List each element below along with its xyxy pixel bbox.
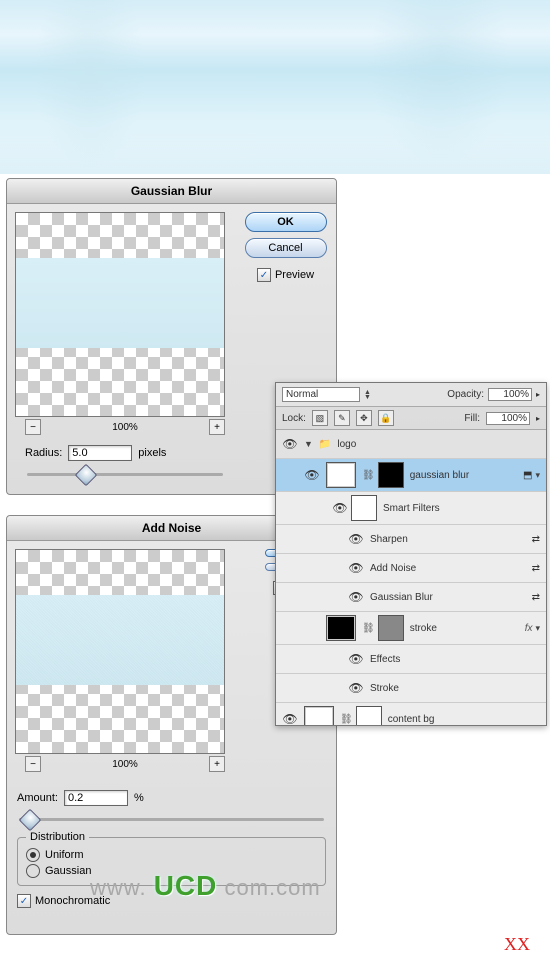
uniform-label: Uniform [45,849,84,861]
layer-name: content bg [388,714,435,725]
zoom-in-button[interactable]: + [209,756,225,772]
zoom-level: 100% [112,422,138,433]
filter-options-icon[interactable]: ⇄ [532,563,540,574]
filter-name: Add Noise [370,563,416,574]
opacity-menu-icon[interactable]: ▸ [536,390,540,399]
zoom-out-button[interactable]: − [25,419,41,435]
preview-checkbox[interactable]: ✓ [257,268,271,282]
filter-add-noise[interactable]: 👁 Add Noise ⇄ [276,554,546,583]
amount-unit: % [134,792,144,804]
eye-icon[interactable]: 👁 [348,532,364,546]
gaussian-radio[interactable] [26,864,40,878]
mask-thumb [356,706,382,726]
lock-paint-icon[interactable]: ✎ [334,410,350,426]
link-icon: ⛓ [362,470,375,481]
lock-position-icon[interactable]: ✥ [356,410,372,426]
radius-unit: pixels [138,447,166,459]
link-icon: ⛓ [362,623,375,634]
layer-group-row[interactable]: 👁 ▼ 📁 logo [276,430,546,459]
uniform-radio[interactable] [26,848,40,862]
effect-stroke[interactable]: 👁 Stroke [276,674,546,703]
layer-thumb [304,706,334,726]
preview-sample [16,258,224,348]
filter-options-icon[interactable]: ⇄ [532,534,540,545]
blend-mode-stepper[interactable]: ▲▼ [364,390,371,400]
disclosure-down-icon[interactable]: ▼ [304,439,313,449]
watermark-brand: UCD [154,870,218,901]
effect-name: Stroke [370,683,399,694]
lock-all-icon[interactable]: 🔒 [378,410,394,426]
watermark: www. UCD com.com [90,870,321,902]
filter-name: Gaussian Blur [370,592,433,603]
folder-icon: 📁 [319,439,331,450]
effects-row[interactable]: 👁 Effects [276,645,546,674]
filter-sharpen[interactable]: 👁 Sharpen ⇄ [276,525,546,554]
distribution-legend: Distribution [26,831,89,843]
fill-label: Fill: [464,413,480,424]
corner-annotation: XX [504,934,530,955]
mask-thumb [378,462,404,488]
gaussian-label: Gaussian [45,865,91,877]
smart-object-icon: ⬒ [523,470,532,481]
filter-name: Sharpen [370,534,408,545]
lock-label: Lock: [282,413,306,424]
preview-label: Preview [275,269,314,281]
layer-name: gaussian blur [410,470,469,481]
eye-icon[interactable]: 👁 [332,501,348,515]
amount-input[interactable] [64,790,128,806]
layer-content-bg[interactable]: 👁 ⛓ content bg [276,703,546,726]
radius-input[interactable] [68,445,132,461]
eye-icon[interactable]: 👁 [282,712,298,726]
cancel-button[interactable]: Cancel [245,238,327,258]
monochromatic-checkbox[interactable]: ✓ [17,894,31,908]
amount-label: Amount: [17,792,58,804]
zoom-in-button[interactable]: + [209,419,225,435]
watermark-prefix: www. [90,875,147,900]
filter-gaussian-blur[interactable]: 👁 Gaussian Blur ⇄ [276,583,546,612]
mask-thumb [378,615,404,641]
eye-icon[interactable]: 👁 [282,437,298,451]
watermark-suffix: com.com [224,875,320,900]
group-name: logo [337,439,356,450]
eye-icon[interactable]: 👁 [304,468,320,482]
eye-icon[interactable]: 👁 [348,590,364,604]
lock-transparency-icon[interactable]: ▧ [312,410,328,426]
disclosure-icon[interactable]: ▾ [535,470,540,481]
effects-label: Effects [370,654,400,665]
filter-options-icon[interactable]: ⇄ [532,592,540,603]
layer-thumb [326,462,356,488]
radius-slider[interactable] [27,473,223,476]
layer-stroke[interactable]: 👁 ⛓ stroke fx▾ [276,612,546,645]
opacity-value[interactable]: 100% [488,388,532,401]
fill-menu-icon[interactable]: ▸ [536,414,540,423]
preview-area[interactable] [15,212,225,417]
preview-sample [16,595,224,685]
layers-panel: Normal ▲▼ Opacity: 100% ▸ Lock: ▧ ✎ ✥ 🔒 … [275,382,547,726]
opacity-label: Opacity: [447,389,484,400]
layer-gaussian-blur[interactable]: 👁 ⛓ gaussian blur ⬒▾ [276,459,546,492]
layer-name: stroke [410,623,437,634]
blend-mode-value: Normal [286,389,318,400]
fill-value[interactable]: 100% [486,412,530,425]
ok-button[interactable]: OK [245,212,327,232]
smart-filters-label: Smart Filters [383,503,440,514]
banner-image [0,0,550,174]
dialog-title: Gaussian Blur [7,179,336,204]
disclosure-icon[interactable]: ▾ [535,623,540,634]
radius-label: Radius: [25,447,62,459]
preview-area[interactable] [15,549,225,754]
filter-mask-thumb [351,495,377,521]
eye-icon[interactable]: 👁 [348,681,364,695]
layer-thumb [326,615,356,641]
eye-icon[interactable]: 👁 [348,561,364,575]
amount-slider[interactable] [19,818,324,821]
zoom-level: 100% [112,759,138,770]
smart-filters-row[interactable]: 👁 Smart Filters [276,492,546,525]
zoom-out-button[interactable]: − [25,756,41,772]
link-icon: ⛓ [340,714,353,725]
eye-icon[interactable]: 👁 [348,652,364,666]
blend-mode-select[interactable]: Normal [282,387,360,402]
